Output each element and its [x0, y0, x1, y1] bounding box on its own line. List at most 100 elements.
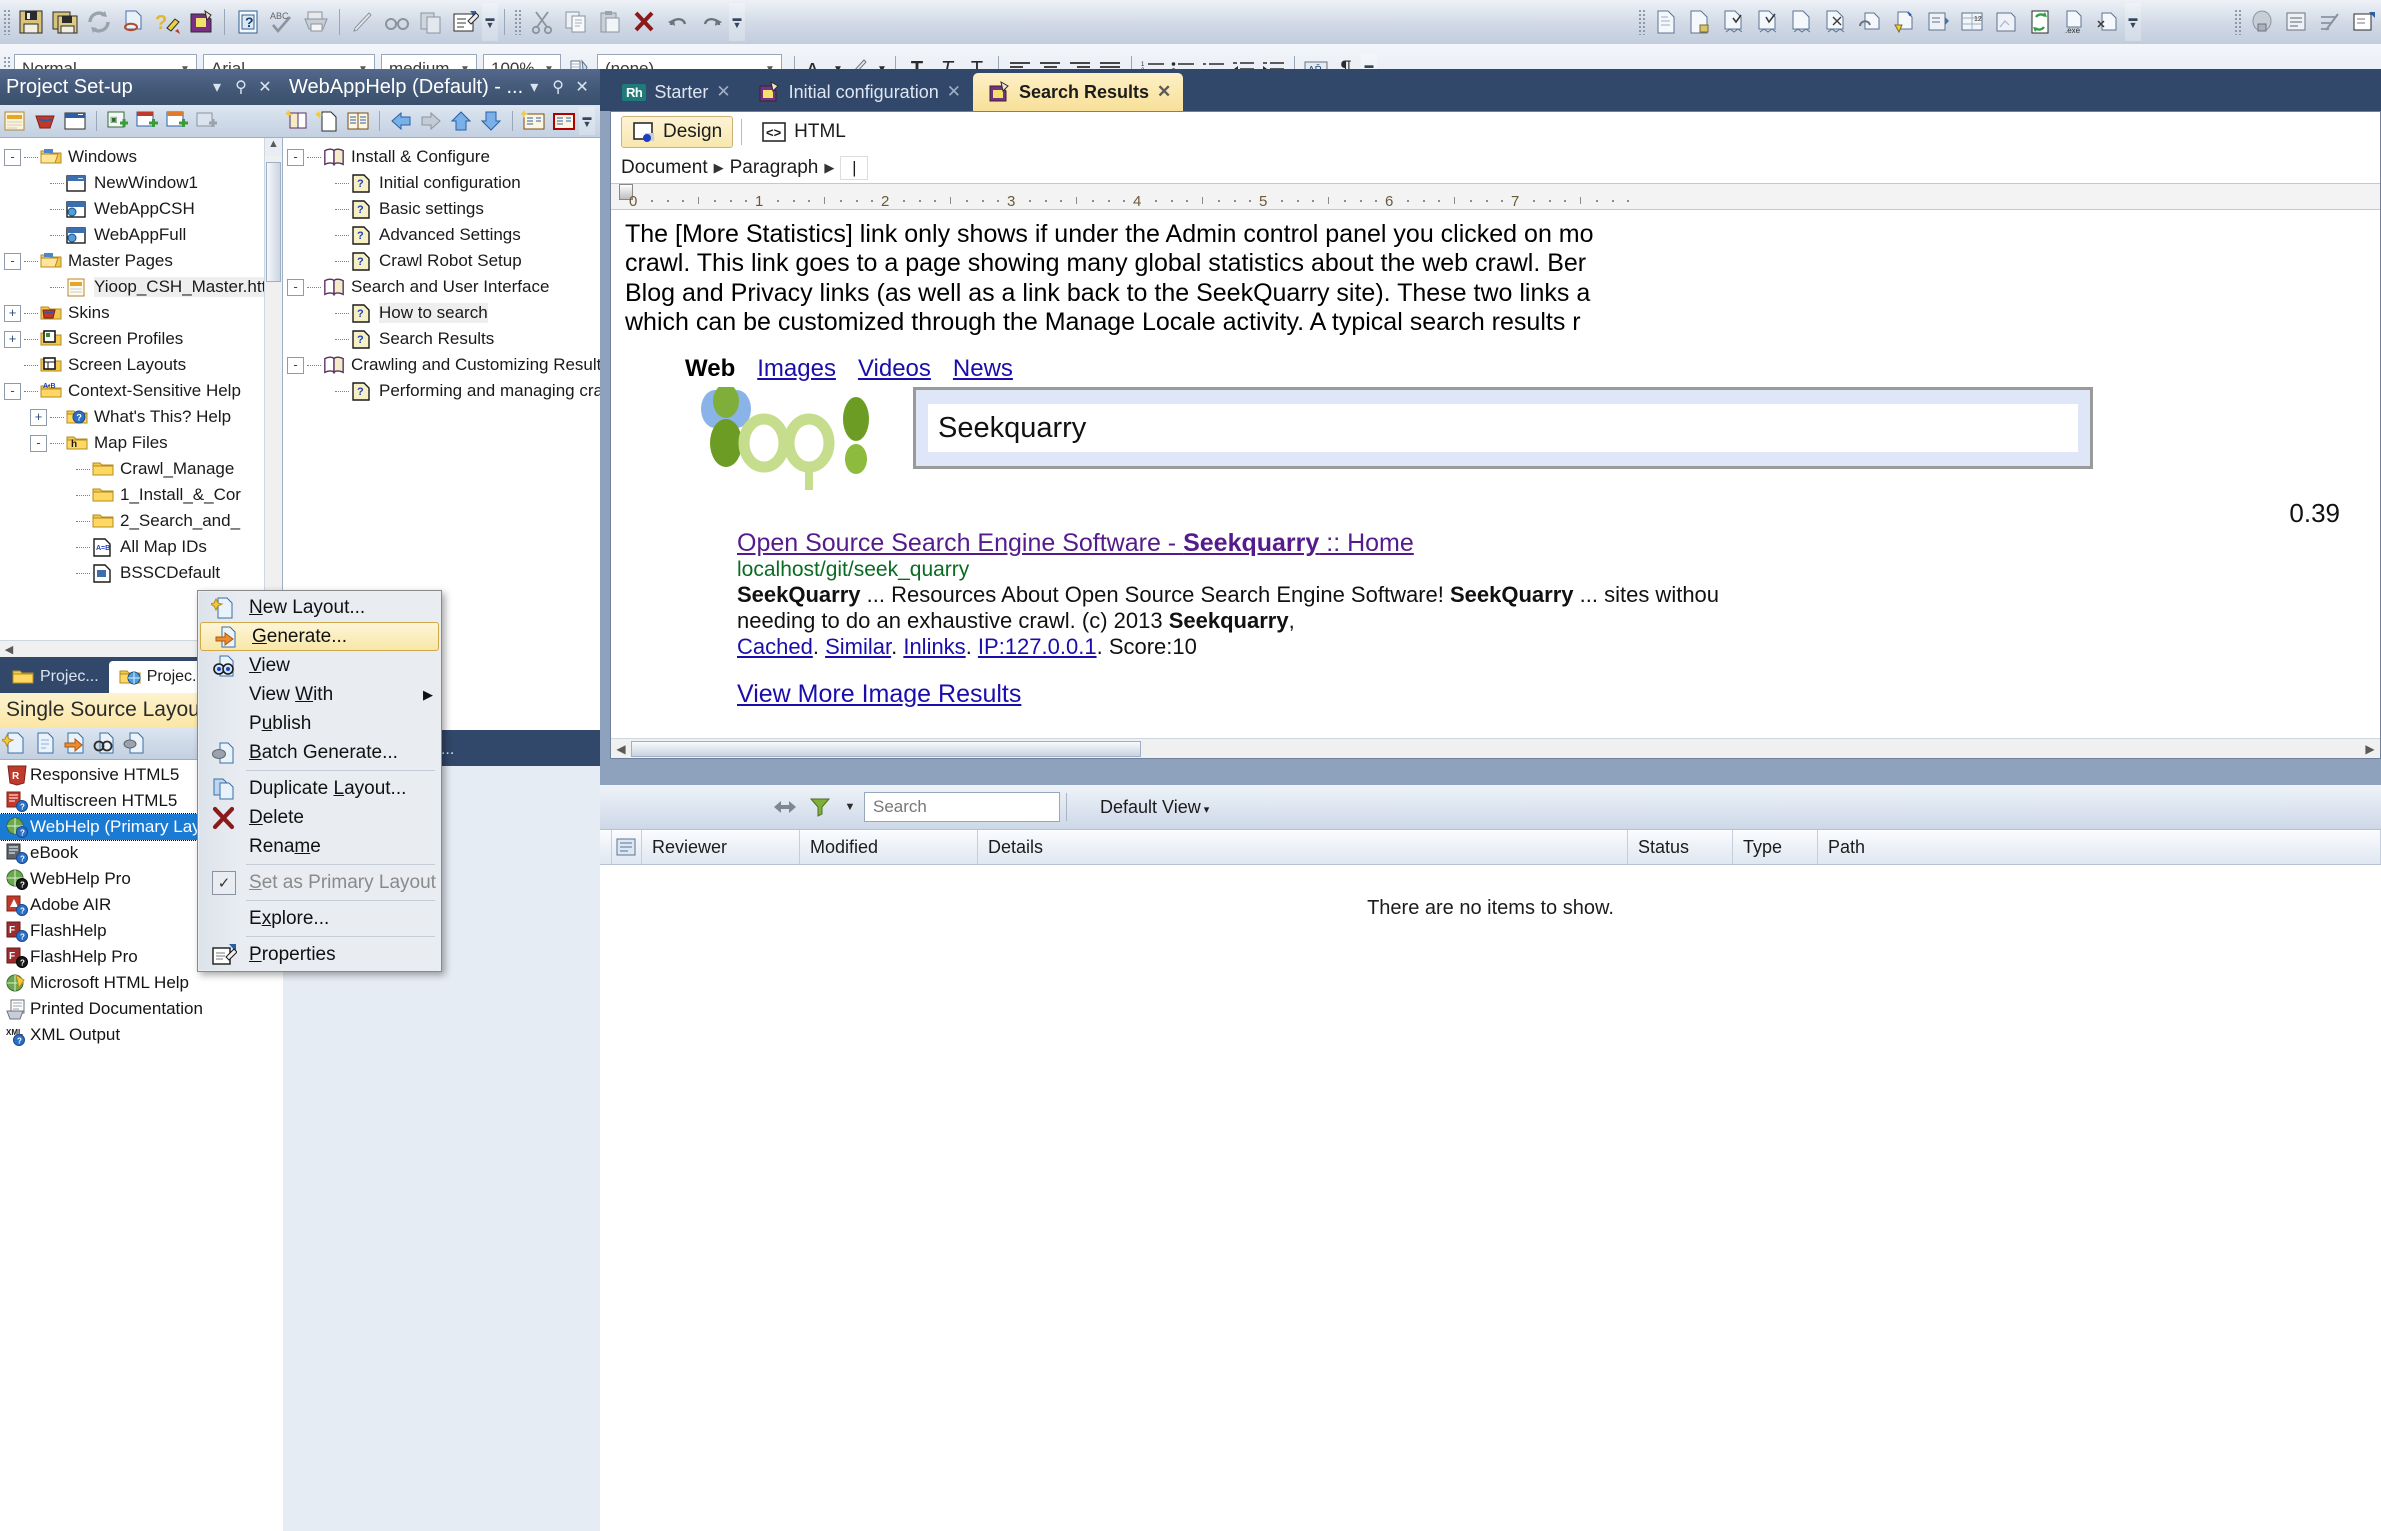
toc-item[interactable]: ? Search Results	[287, 326, 600, 352]
tree-item[interactable]: - h Map Files	[4, 430, 282, 456]
promote-left-icon[interactable]	[386, 107, 416, 135]
close-icon[interactable]: ✕	[947, 82, 961, 102]
scroll-left-arrow-icon[interactable]: ◀	[611, 742, 631, 756]
column-details[interactable]: Details	[978, 830, 1628, 864]
spellcheck-icon[interactable]: ABC	[265, 5, 299, 39]
search-input[interactable]: Seekquarry	[913, 387, 2093, 469]
tree-item[interactable]: Screen Layouts	[4, 352, 282, 378]
column-type[interactable]: Type	[1733, 830, 1818, 864]
menu-item-batch-generate[interactable]: Batch Generate...	[198, 738, 441, 767]
new-map-file-icon[interactable]	[1649, 5, 1683, 39]
topic-wizard-icon[interactable]	[184, 5, 218, 39]
pin-icon[interactable]: ⚲	[546, 77, 570, 97]
scrollbar-thumb[interactable]	[266, 162, 281, 282]
dock-tab[interactable]: Projec...	[2, 661, 109, 693]
column-path[interactable]: Path	[1818, 830, 2381, 864]
refresh-icon[interactable]	[82, 5, 116, 39]
column-modified[interactable]: Modified	[800, 830, 978, 864]
map-paint-icon[interactable]	[1989, 5, 2023, 39]
tree-item[interactable]: 2_Search_and_	[4, 508, 282, 534]
tree-toggle-icon[interactable]: +	[4, 304, 21, 322]
glasses-icon[interactable]	[380, 5, 414, 39]
view-layout-page-icon[interactable]	[30, 729, 60, 757]
auto-create-toc-icon[interactable]	[519, 107, 549, 135]
nav-news[interactable]: News	[953, 355, 1013, 383]
toc-item[interactable]: - Crawling and Customizing Results	[287, 352, 600, 378]
chevron-right-icon[interactable]: ▶	[824, 160, 834, 176]
sync-map-icon[interactable]	[1921, 5, 1955, 39]
link-inlinks[interactable]: Inlinks	[903, 634, 965, 659]
new-toc-book-icon[interactable]	[283, 107, 313, 135]
link-page-icon[interactable]	[116, 5, 150, 39]
generate-csh-icon[interactable]	[2023, 5, 2057, 39]
project-setup-tree[interactable]: - Windows NewWindow1 WebAppCSH WebAppFull - Ma…	[0, 138, 283, 640]
tree-toggle-icon[interactable]: -	[4, 252, 21, 270]
review-props-icon[interactable]	[2347, 5, 2381, 39]
tree-toggle-icon[interactable]: +	[4, 330, 21, 348]
breadcrumb-document[interactable]: Document	[621, 157, 708, 179]
tree-toggle-icon[interactable]: +	[30, 408, 47, 426]
batch-generate-icon[interactable]	[120, 729, 150, 757]
copy-icon[interactable]	[559, 5, 593, 39]
horizontal-ruler[interactable]: 0 1 2 3 4 5 6 7	[611, 184, 2380, 210]
tree-item[interactable]: - Windows	[4, 144, 282, 170]
pin-icon[interactable]: ⚲	[229, 77, 253, 97]
result-title-link[interactable]: Open Source Search Engine Software - See…	[737, 529, 2380, 558]
scroll-up-arrow-icon[interactable]: ▲	[265, 138, 282, 156]
column-status[interactable]: Status	[1628, 830, 1733, 864]
print-icon[interactable]	[299, 5, 333, 39]
close-icon[interactable]: ✕	[1157, 82, 1171, 102]
menu-item-rename[interactable]: Rename	[198, 832, 441, 861]
nav-videos[interactable]: Videos	[858, 355, 931, 383]
toc-item[interactable]: ? Advanced Settings	[287, 222, 600, 248]
chevron-down-icon[interactable]: ▾	[205, 77, 229, 97]
auto-map-icon[interactable]	[1717, 5, 1751, 39]
save-icon[interactable]	[14, 5, 48, 39]
tree-item[interactable]: BSSCDefault	[4, 560, 282, 586]
link-cached[interactable]: Cached	[737, 634, 813, 659]
menu-item-duplicate-layout[interactable]: Duplicate Layout...	[198, 774, 441, 803]
add-screen-layout-icon[interactable]	[193, 107, 223, 135]
tree-item[interactable]: Crawl_Manage	[4, 456, 282, 482]
toc-item[interactable]: ? Performing and managing crawls	[287, 378, 600, 404]
tree-toggle-icon[interactable]: -	[30, 434, 47, 452]
toolbar-grip-2[interactable]	[514, 9, 522, 35]
close-icon[interactable]: ✕	[716, 82, 730, 102]
toolbar-grip-3[interactable]	[1638, 9, 1646, 35]
delete-icon[interactable]	[627, 5, 661, 39]
toolbar-overflow-button[interactable]: ▬ ▼	[482, 3, 498, 41]
chevron-down-icon[interactable]: ▼	[842, 793, 858, 821]
new-window-icon[interactable]	[60, 107, 90, 135]
breadcrumb-paragraph[interactable]: Paragraph	[730, 157, 819, 179]
add-window-icon[interactable]	[133, 107, 163, 135]
tree-toggle-icon[interactable]: -	[4, 382, 21, 400]
tree-item[interactable]: - Master Pages	[4, 248, 282, 274]
document-tab[interactable]: Initial configuration ✕	[743, 73, 973, 111]
tree-vertical-scrollbar[interactable]: ▲	[264, 138, 282, 640]
column-reviewer[interactable]: Reviewer	[642, 830, 800, 864]
close-map-icon[interactable]	[2091, 5, 2125, 39]
chevron-right-icon[interactable]: ▶	[714, 160, 724, 176]
menu-item-view-with[interactable]: View With ▶	[198, 680, 441, 709]
verify-map-icon[interactable]	[1751, 5, 1785, 39]
tab-design[interactable]: Design	[621, 116, 734, 148]
topic-properties-icon[interactable]: ?	[231, 5, 265, 39]
layout-list-item[interactable]: Microsoft HTML Help	[0, 970, 283, 996]
tab-html[interactable]: <> HTML	[750, 116, 857, 148]
toc-item[interactable]: ? Basic settings	[287, 196, 600, 222]
map-id-lock-icon[interactable]	[1683, 5, 1717, 39]
exe-icon[interactable]: .exe	[2057, 5, 2091, 39]
toc-toggle-icon[interactable]: -	[287, 278, 304, 296]
new-map-id-icon[interactable]: ▣	[103, 107, 133, 135]
tree-item[interactable]: 1_Install_&_Cor	[4, 482, 282, 508]
demote-right-icon[interactable]	[416, 107, 446, 135]
menu-item-delete[interactable]: Delete	[198, 803, 441, 832]
tree-item[interactable]: A=B All Map IDs	[4, 534, 282, 560]
menu-item-view[interactable]: View	[198, 651, 441, 680]
toc-book-red-icon[interactable]	[549, 107, 579, 135]
document-tab[interactable]: Rh Starter ✕	[610, 73, 743, 111]
new-whatsthis-icon[interactable]	[1887, 5, 1921, 39]
toc-item[interactable]: ? Crawl Robot Setup	[287, 248, 600, 274]
new-toc-page-icon[interactable]	[313, 107, 343, 135]
add-master-page-icon[interactable]	[163, 107, 193, 135]
